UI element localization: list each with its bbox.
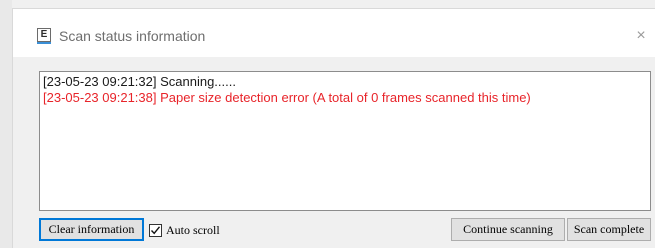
auto-scroll-label: Auto scroll [166, 222, 220, 237]
button-bar: Clear information Auto scroll Continue s… [39, 215, 651, 243]
auto-scroll-checkbox[interactable]: Auto scroll [149, 222, 220, 238]
close-icon[interactable]: × [626, 22, 655, 50]
scan-status-dialog: E Scan status information × [23-05-23 09… [12, 8, 655, 248]
checkbox-checked-icon[interactable] [149, 223, 162, 237]
clear-information-button[interactable]: Clear information [39, 218, 144, 241]
title-bar[interactable]: E Scan status information × [13, 9, 655, 57]
log-line-scanning: [23-05-23 09:21:32] Scanning...... [43, 74, 236, 89]
app-icon: E [37, 28, 51, 44]
continue-scanning-button[interactable]: Continue scanning [451, 218, 565, 241]
scan-complete-button[interactable]: Scan complete [567, 218, 651, 241]
log-line-error: [23-05-23 09:21:38] Paper size detection… [43, 90, 531, 105]
log-textbox[interactable]: [23-05-23 09:21:32] Scanning...... [23-0… [39, 71, 651, 211]
desktop-background [0, 0, 12, 248]
window-title: Scan status information [59, 28, 206, 44]
